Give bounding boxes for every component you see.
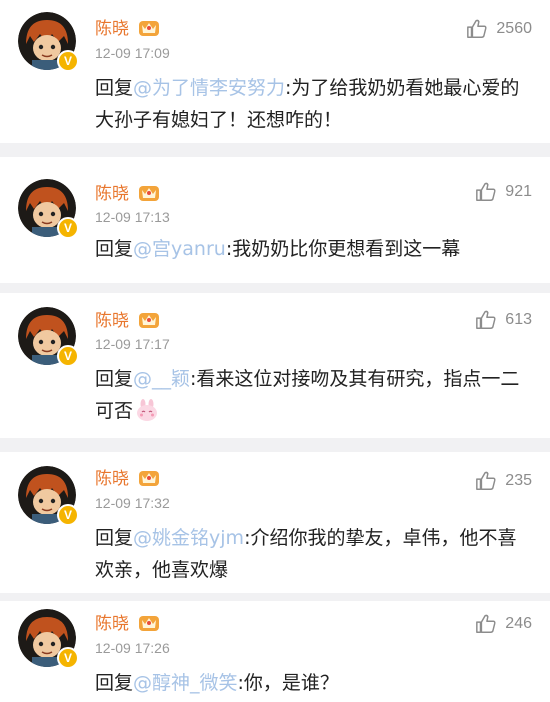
comment-text: 回复@为了情李安努力:为了给我奶奶看她最心爱的大孙子有媳妇了！还想咋的！ <box>95 72 522 136</box>
mention-link[interactable]: @姚金铭yjm <box>133 527 244 549</box>
thumbs-up-icon <box>476 310 496 329</box>
like-count: 246 <box>505 615 532 632</box>
mention-link[interactable]: @醇神_微笑 <box>133 672 238 694</box>
like-count: 235 <box>505 472 532 489</box>
comment-content: :我奶奶比你更想看到这一幕 <box>225 238 461 260</box>
thumbs-up-icon <box>476 614 496 633</box>
timestamp: 12-09 17:17 <box>95 336 170 352</box>
verified-badge-icon: V <box>57 504 79 526</box>
mention-link[interactable]: @为了情李安努力 <box>133 77 285 99</box>
reply-prefix: 回复 <box>95 77 134 99</box>
comment-item: V 陈晓 12-09 17:26 246 回复@醇神_微笑:你，是谁？ <box>0 601 550 702</box>
username[interactable]: 陈晓 <box>95 14 129 39</box>
comment-item: V 陈晓 12-09 17:13 921 回复@宫yanru:我奶奶比你更想看到… <box>0 157 550 283</box>
like-button[interactable]: 235 <box>475 470 532 492</box>
like-count: 613 <box>505 311 532 328</box>
reply-prefix: 回复 <box>95 672 134 694</box>
vip-crown-icon <box>139 21 159 36</box>
comment-text: 回复@__颖:看来这位对接吻及其有研究，指点一二可否 <box>95 363 522 427</box>
verified-badge-icon: V <box>57 50 79 72</box>
thumbs-up-icon <box>467 19 487 38</box>
thumbs-up-icon <box>476 182 496 201</box>
comment-item: V 陈晓 12-09 17:17 613 回复@__颖:看来这位对接吻及其有研究… <box>0 293 550 438</box>
comment-text: 回复@宫yanru:我奶奶比你更想看到这一幕 <box>95 233 522 265</box>
comment-item: V 陈晓 12-09 17:09 2560 回复@为了情李安努力:为了给我奶奶看… <box>0 0 550 143</box>
separator <box>0 143 550 157</box>
timestamp: 12-09 17:13 <box>95 209 170 225</box>
like-button[interactable]: 613 <box>475 309 532 331</box>
comment-text: 回复@醇神_微笑:你，是谁？ <box>95 667 522 699</box>
verified-badge-icon: V <box>57 345 79 367</box>
avatar[interactable]: V <box>18 307 79 367</box>
username[interactable]: 陈晓 <box>95 464 129 489</box>
timestamp: 12-09 17:09 <box>95 45 170 61</box>
reply-prefix: 回复 <box>95 527 134 549</box>
avatar[interactable]: V <box>18 12 79 72</box>
vip-crown-icon <box>139 313 159 328</box>
like-count: 2560 <box>496 20 532 37</box>
username[interactable]: 陈晓 <box>95 179 129 204</box>
avatar[interactable]: V <box>18 609 79 669</box>
like-button[interactable]: 921 <box>475 181 532 203</box>
avatar[interactable]: V <box>18 179 79 239</box>
comment-text: 回复@姚金铭yjm:介绍你我的挚友，卓伟，他不喜欢亲，他喜欢爆 <box>95 522 522 586</box>
like-button[interactable]: 2560 <box>466 18 532 40</box>
username[interactable]: 陈晓 <box>95 306 129 331</box>
vip-crown-icon <box>139 471 159 486</box>
separator <box>0 438 550 452</box>
mention-link[interactable]: @__颖 <box>133 368 190 390</box>
timestamp: 12-09 17:26 <box>95 640 170 656</box>
verified-badge-icon: V <box>57 647 79 669</box>
bunny-emoji-icon <box>137 399 158 421</box>
separator <box>0 593 550 601</box>
avatar[interactable]: V <box>18 466 79 526</box>
reply-prefix: 回复 <box>95 368 134 390</box>
separator <box>0 283 550 293</box>
reply-prefix: 回复 <box>95 238 134 260</box>
like-button[interactable]: 246 <box>475 613 532 635</box>
comment-item: V 陈晓 12-09 17:32 235 回复@姚金铭yjm:介绍你我的挚友，卓… <box>0 452 550 593</box>
vip-crown-icon <box>139 616 159 631</box>
vip-crown-icon <box>139 186 159 201</box>
username[interactable]: 陈晓 <box>95 609 129 634</box>
mention-link[interactable]: @宫yanru <box>133 238 226 260</box>
timestamp: 12-09 17:32 <box>95 495 170 511</box>
thumbs-up-icon <box>476 471 496 490</box>
verified-badge-icon: V <box>57 217 79 239</box>
like-count: 921 <box>505 183 532 200</box>
comment-content: :你，是谁？ <box>237 672 339 694</box>
